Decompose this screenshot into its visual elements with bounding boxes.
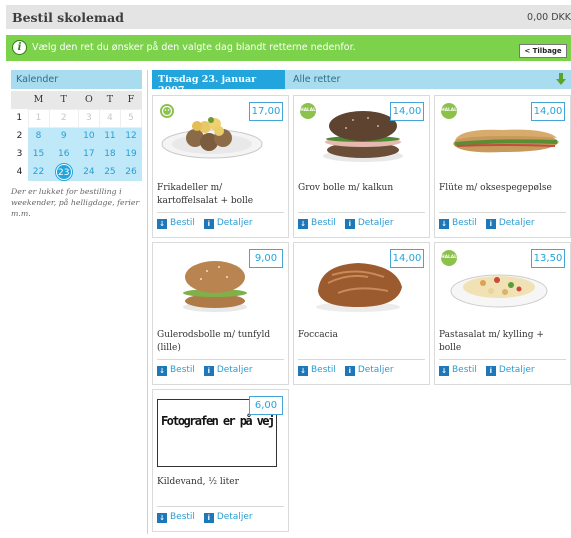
week-number: 2 [11, 127, 28, 145]
product-name: Kildevand, ½ liter [157, 477, 239, 487]
product-card: 9,00 Gulerodsbolle m/ tunfyld (lille) ↓ B… [152, 242, 289, 385]
arrow-down-icon[interactable] [555, 72, 567, 87]
info-message: Vælg den ret du ønsker på den valgte dag… [32, 42, 356, 53]
info-icon: i [485, 366, 496, 376]
calendar-day: 1 [27, 108, 50, 128]
tab-bar: Tirsdag 23. januar 2007 Alle retter [152, 70, 571, 96]
halal-badge: HALAL [441, 103, 457, 119]
details-button[interactable]: i Detaljer [485, 365, 535, 376]
calendar-day: 2 [48, 108, 79, 128]
details-button[interactable]: i Detaljer [203, 365, 253, 376]
day-header: T [49, 91, 79, 109]
info-icon: i [485, 219, 496, 229]
product-name: Foccacia [298, 330, 338, 340]
product-name: Grov bolle m/ kalkun [298, 183, 394, 193]
details-button[interactable]: i Detaljer [485, 218, 535, 229]
day-header: F [120, 91, 142, 109]
calendar: Kalender M T O T F 1 1 2 3 4 5 2 8 9 10 … [11, 70, 143, 219]
download-arrow-icon: ↓ [298, 366, 308, 376]
product-price: 14,00 [390, 102, 424, 121]
info-icon: i [12, 40, 27, 55]
product-card: HALAL 14,00 Flüte m/ oksespegepølse ↓ Bes… [434, 95, 571, 238]
calendar-day-selected[interactable]: 23 [49, 163, 79, 181]
calendar-day[interactable]: 15 [28, 145, 50, 163]
calendar-grid: M T O T F 1 1 2 3 4 5 2 8 9 10 11 12 3 1… [11, 91, 143, 181]
info-bar: i Vælg den ret du ønsker på den valgte d… [6, 35, 571, 61]
back-button[interactable]: < Tilbage [519, 44, 567, 58]
calendar-day[interactable]: 22 [28, 163, 50, 181]
page-title: Bestil skolemad [12, 10, 124, 25]
product-name: Pastasalat m/ kylling + bolle [439, 330, 544, 353]
info-icon: i [203, 513, 214, 523]
order-button[interactable]: ↓ Bestil [298, 365, 336, 376]
calendar-day[interactable]: 12 [120, 127, 142, 145]
download-arrow-icon: ↓ [157, 219, 167, 229]
product-card: 17,00 Frikadeller m/ kartoffelsalat + bo… [152, 95, 289, 238]
info-icon: i [203, 219, 214, 229]
halal-badge: HALAL [441, 250, 457, 266]
info-icon: i [344, 219, 355, 229]
basket-total: 0,00 DKK [527, 12, 571, 23]
download-arrow-icon: ↓ [298, 219, 308, 229]
halal-badge: HALAL [300, 103, 316, 119]
product-name: Frikadeller m/ kartoffelsalat + bolle [157, 183, 254, 206]
order-button[interactable]: ↓ Bestil [157, 218, 195, 229]
day-header: T [99, 91, 121, 109]
details-button[interactable]: i Detaljer [344, 218, 394, 229]
info-icon: i [203, 366, 214, 376]
page-header: Bestil skolemad 0,00 DKK [6, 5, 571, 29]
smiley-icon [160, 104, 174, 118]
details-button[interactable]: i Detaljer [344, 365, 394, 376]
calendar-day[interactable]: 25 [99, 163, 121, 181]
product-price: 6,00 [249, 396, 283, 415]
calendar-day[interactable]: 10 [78, 127, 100, 145]
product-card: HALAL 14,00 Grov bolle m/ kalkun ↓ Bestil… [293, 95, 430, 238]
order-button[interactable]: ↓ Bestil [439, 365, 477, 376]
calendar-day[interactable]: 11 [99, 127, 121, 145]
calendar-day[interactable]: 8 [28, 127, 50, 145]
calendar-day[interactable]: 24 [78, 163, 100, 181]
details-button[interactable]: i Detaljer [203, 218, 253, 229]
day-header: O [78, 91, 100, 109]
calendar-day[interactable]: 18 [99, 145, 121, 163]
calendar-day[interactable]: 19 [120, 145, 142, 163]
tab-all-items[interactable]: Alle retter [293, 74, 340, 85]
product-card: HALAL 13,50 Pastasalat m/ kylling + boll… [434, 242, 571, 385]
download-arrow-icon: ↓ [157, 513, 167, 523]
product-price: 14,00 [390, 249, 424, 268]
order-button[interactable]: ↓ Bestil [298, 218, 336, 229]
calendar-title: Kalender [11, 70, 142, 89]
order-button[interactable]: ↓ Bestil [157, 365, 195, 376]
product-name: Flüte m/ oksespegepølse [439, 183, 552, 193]
placeholder-text: Fotografen er på vej [161, 414, 275, 428]
info-icon: i [344, 366, 355, 376]
order-button[interactable]: ↓ Bestil [157, 512, 195, 523]
product-card: Fotografen er på vej 6,00 Kildevand, ½ l… [152, 389, 289, 532]
calendar-day[interactable]: 17 [78, 145, 100, 163]
calendar-day[interactable]: 16 [49, 145, 79, 163]
product-name: Gulerodsbolle m/ tunfyld (lille) [157, 330, 271, 353]
calendar-day: 3 [77, 108, 100, 128]
tab-selected-date[interactable]: Tirsdag 23. januar 2007 [152, 70, 285, 96]
calendar-day[interactable]: 26 [120, 163, 142, 181]
week-number: 1 [11, 109, 28, 127]
week-number: 3 [11, 145, 28, 163]
product-price: 13,50 [531, 249, 565, 268]
calendar-note: Der er lukket for bestilling i weekender… [11, 187, 140, 218]
day-header: M [28, 91, 50, 109]
product-price: 14,00 [531, 102, 565, 121]
calendar-day[interactable]: 9 [49, 127, 79, 145]
order-button[interactable]: ↓ Bestil [439, 218, 477, 229]
calendar-day: 4 [98, 108, 121, 128]
calendar-day: 5 [119, 108, 143, 128]
product-price: 9,00 [249, 249, 283, 268]
product-price: 17,00 [249, 102, 283, 121]
download-arrow-icon: ↓ [157, 366, 167, 376]
download-arrow-icon: ↓ [439, 366, 449, 376]
column-divider [147, 70, 148, 534]
week-number: 4 [11, 163, 28, 181]
download-arrow-icon: ↓ [439, 219, 449, 229]
product-card: 14,00 Foccacia ↓ Bestil i Detaljer [293, 242, 430, 385]
details-button[interactable]: i Detaljer [203, 512, 253, 523]
